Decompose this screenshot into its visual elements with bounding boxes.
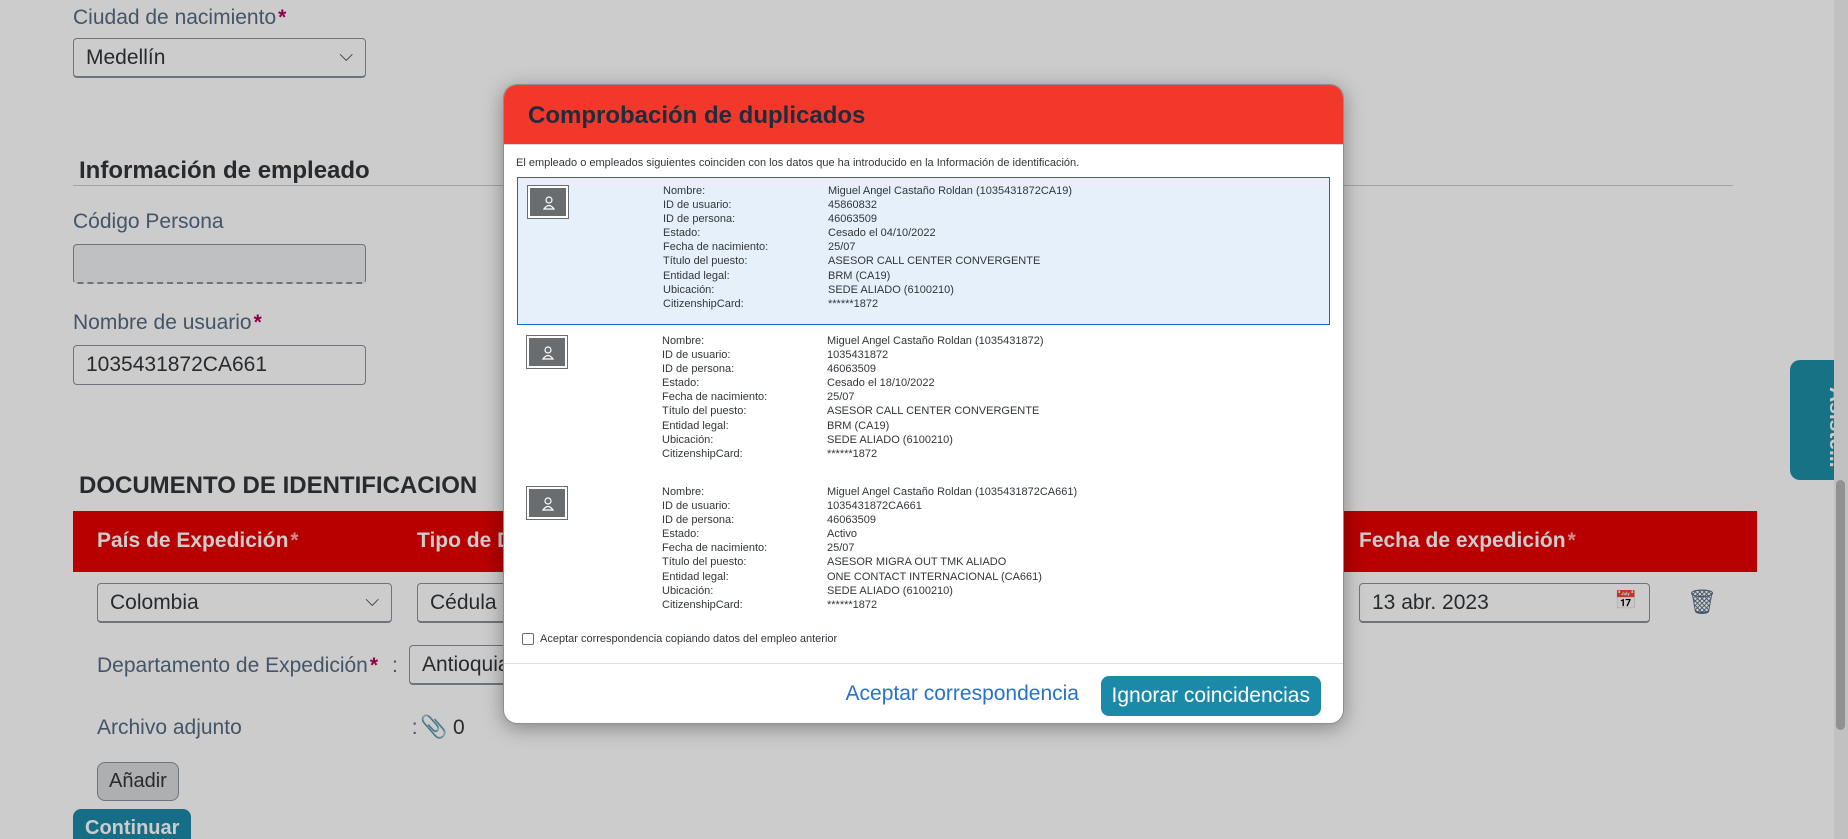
match-user-id: 1035431872CA661: [827, 500, 922, 513]
match-location: SEDE ALIADO (6100210): [827, 433, 953, 446]
match-fields: Nombre: Miguel Angel Castaño Roldan (1035…: [662, 486, 1078, 611]
match-legal-entity: BRM (CA19): [828, 269, 891, 282]
match-item[interactable]: Nombre: Miguel Angel Castaño Roldan (1035…: [517, 479, 1330, 627]
match-user-id: 1035431872: [827, 349, 889, 362]
match-job-title: ASESOR MIGRA OUT TMK ALIADO: [827, 556, 1007, 569]
match-job-title: ASESOR CALL CENTER CONVERGENTE: [827, 405, 1040, 418]
match-person-id: 46063509: [827, 514, 876, 527]
match-name: Miguel Angel Castaño Roldan (1035431872C…: [827, 486, 1078, 498]
duplicate-check-dialog: Comprobación de duplicados El empleado o…: [503, 84, 1344, 724]
match-person-id: 46063509: [827, 363, 876, 376]
dialog-header: Comprobación de duplicados: [504, 85, 1343, 145]
accept-match-button[interactable]: Aceptar correspondencia: [846, 682, 1079, 706]
person-avatar-icon: [526, 335, 568, 369]
match-status: Cesado el 04/10/2022: [828, 227, 936, 240]
match-fields: Nombre: Miguel Angel Castaño Roldan (1035…: [663, 185, 1073, 310]
match-location: SEDE ALIADO (6100210): [828, 283, 954, 296]
match-birth-date: 25/07: [827, 391, 855, 404]
match-job-title: ASESOR CALL CENTER CONVERGENTE: [828, 255, 1041, 268]
match-user-id: 45860832: [828, 199, 877, 212]
match-legal-entity: BRM (CA19): [827, 419, 890, 432]
match-name: Miguel Angel Castaño Roldan (1035431872): [827, 335, 1044, 347]
match-name: Miguel Angel Castaño Roldan (1035431872C…: [828, 185, 1073, 197]
match-fields: Nombre: Miguel Angel Castaño Roldan (1035…: [662, 335, 1044, 460]
match-status: Activo: [827, 528, 857, 541]
person-avatar-icon: [526, 486, 568, 520]
ignore-matches-button[interactable]: Ignorar coincidencias: [1100, 676, 1321, 716]
match-item[interactable]: Nombre: Miguel Angel Castaño Roldan (1035…: [517, 177, 1330, 325]
copy-data-checkbox[interactable]: [522, 633, 534, 645]
match-status: Cesado el 18/10/2022: [827, 377, 935, 390]
copy-data-checkbox-label: Aceptar correspondencia copiando datos d…: [540, 633, 838, 645]
match-item[interactable]: Nombre: Miguel Angel Castaño Roldan (1035…: [517, 328, 1330, 476]
copy-data-checkbox-row[interactable]: Aceptar correspondencia copiando datos d…: [522, 633, 837, 645]
match-citizenship: ******1872: [827, 447, 878, 460]
dialog-footer: Aceptar correspondencia Ignorar coincide…: [504, 663, 1343, 723]
match-location: SEDE ALIADO (6100210): [827, 584, 953, 597]
person-avatar-icon: [527, 185, 569, 219]
match-citizenship: ******1872: [827, 598, 878, 611]
match-citizenship: ******1872: [828, 297, 879, 310]
match-birth-date: 25/07: [827, 542, 855, 555]
match-person-id: 46063509: [828, 213, 877, 226]
match-birth-date: 25/07: [828, 241, 856, 254]
dialog-intro: El empleado o empleados siguientes coinc…: [516, 157, 1080, 169]
dialog-title: Comprobación de duplicados: [528, 102, 866, 129]
match-legal-entity: ONE CONTACT INTERNACIONAL (CA661): [827, 570, 1042, 583]
